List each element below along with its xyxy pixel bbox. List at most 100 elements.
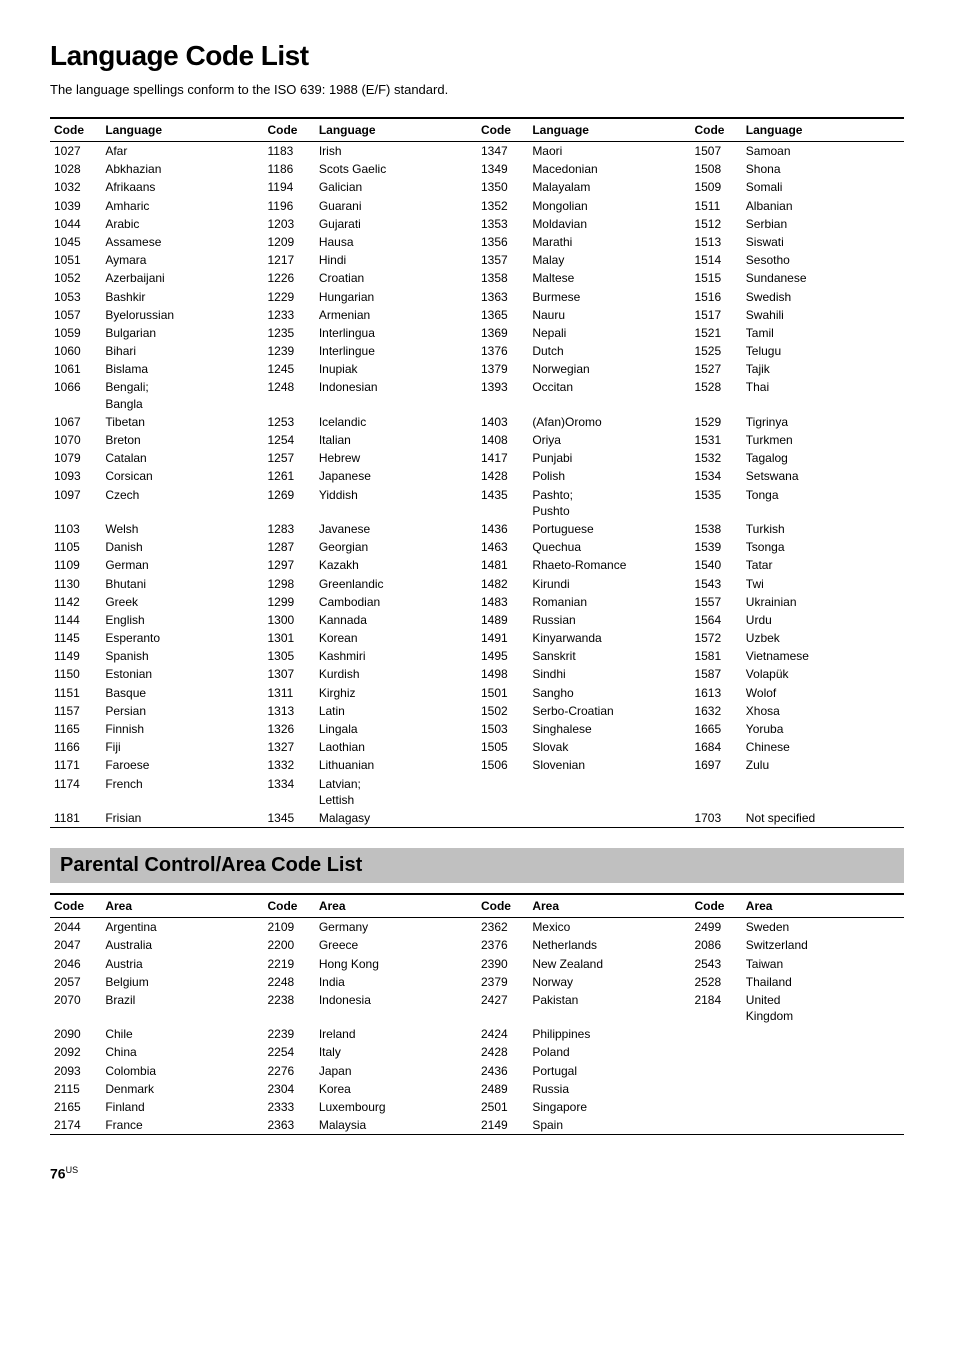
code-cell <box>690 775 741 809</box>
area-cell <box>742 1116 904 1135</box>
area-cell: Luxembourg <box>315 1098 477 1116</box>
lang-cell: Swahili <box>742 306 904 324</box>
lang-cell: Pashto;Pushto <box>528 486 690 520</box>
code-cell: 1587 <box>690 665 741 683</box>
code-cell: 1105 <box>50 538 101 556</box>
area-code-cell: 2219 <box>263 955 314 973</box>
lang-cell: Turkish <box>742 520 904 538</box>
lang-table-row: 1059Bulgarian1235Interlingua1369Nepali15… <box>50 324 904 342</box>
area-col3-code-header: Code <box>477 894 528 918</box>
lang-table-row: 1109German1297Kazakh1481Rhaeto-Romance15… <box>50 556 904 574</box>
lang-cell: Maltese <box>528 269 690 287</box>
lang-cell: Occitan <box>528 378 690 412</box>
area-code-cell: 2436 <box>477 1062 528 1080</box>
lang-cell: Bashkir <box>101 288 263 306</box>
area-table-row: 2090Chile2239Ireland2424Philippines <box>50 1025 904 1043</box>
code-cell: 1503 <box>477 720 528 738</box>
area-col4-code-header: Code <box>690 894 741 918</box>
area-table-row: 2174France2363Malaysia2149Spain <box>50 1116 904 1135</box>
code-cell: 1181 <box>50 809 101 828</box>
area-cell: Austria <box>101 955 263 973</box>
language-table: Code Language Code Language Code Languag… <box>50 117 904 828</box>
lang-cell: Quechua <box>528 538 690 556</box>
code-cell: 1070 <box>50 431 101 449</box>
area-cell: Finland <box>101 1098 263 1116</box>
code-cell: 1097 <box>50 486 101 520</box>
lang-cell: Sundanese <box>742 269 904 287</box>
lang-cell: Bulgarian <box>101 324 263 342</box>
code-cell: 1502 <box>477 702 528 720</box>
lang-cell: Serbian <box>742 215 904 233</box>
code-cell: 1233 <box>263 306 314 324</box>
lang-col4-lang-header: Language <box>742 118 904 142</box>
lang-col3-code-header: Code <box>477 118 528 142</box>
area-cell: India <box>315 973 477 991</box>
code-cell: 1051 <box>50 251 101 269</box>
code-cell: 1194 <box>263 178 314 196</box>
lang-cell: Malay <box>528 251 690 269</box>
code-cell: 1209 <box>263 233 314 251</box>
lang-table-row: 1150Estonian1307Kurdish1498Sindhi1587Vol… <box>50 665 904 683</box>
area-code-cell: 2070 <box>50 991 101 1025</box>
code-cell: 1332 <box>263 756 314 774</box>
code-cell: 1142 <box>50 593 101 611</box>
code-cell: 1481 <box>477 556 528 574</box>
lang-table-row: 1044Arabic1203Gujarati1353Moldavian1512S… <box>50 215 904 233</box>
lang-cell: Wolof <box>742 684 904 702</box>
lang-cell: Marathi <box>528 233 690 251</box>
code-cell: 1463 <box>477 538 528 556</box>
code-cell: 1534 <box>690 467 741 485</box>
code-cell: 1352 <box>477 197 528 215</box>
code-cell: 1300 <box>263 611 314 629</box>
code-cell: 1313 <box>263 702 314 720</box>
code-cell: 1403 <box>477 413 528 431</box>
lang-cell <box>528 809 690 828</box>
code-cell: 1283 <box>263 520 314 538</box>
lang-cell: Latin <box>315 702 477 720</box>
code-cell: 1053 <box>50 288 101 306</box>
code-cell: 1103 <box>50 520 101 538</box>
lang-cell: Bislama <box>101 360 263 378</box>
area-code-cell: 2238 <box>263 991 314 1025</box>
lang-table-row: 1079Catalan1257Hebrew1417Punjabi1532Taga… <box>50 449 904 467</box>
lang-table-row: 1039Amharic1196Guarani1352Mongolian1511A… <box>50 197 904 215</box>
lang-table-row: 1066Bengali;Bangla1248Indonesian1393Occi… <box>50 378 904 412</box>
lang-cell: Tigrinya <box>742 413 904 431</box>
area-cell: New Zealand <box>528 955 690 973</box>
area-table-row: 2165Finland2333Luxembourg2501Singapore <box>50 1098 904 1116</box>
lang-cell: Malayalam <box>528 178 690 196</box>
code-cell: 1301 <box>263 629 314 647</box>
lang-cell: Moldavian <box>528 215 690 233</box>
area-col4-area-header: Area <box>742 894 904 918</box>
lang-cell: Spanish <box>101 647 263 665</box>
lang-cell: Dutch <box>528 342 690 360</box>
code-cell: 1436 <box>477 520 528 538</box>
code-cell: 1028 <box>50 160 101 178</box>
lang-cell: Kirghiz <box>315 684 477 702</box>
lang-table-row: 1045Assamese1209Hausa1356Marathi1513Sisw… <box>50 233 904 251</box>
lang-col2-code-header: Code <box>263 118 314 142</box>
area-code-cell <box>690 1098 741 1116</box>
area-cell: Italy <box>315 1043 477 1061</box>
lang-table-row: 1028Abkhazian1186Scots Gaelic1349Macedon… <box>50 160 904 178</box>
code-cell: 1261 <box>263 467 314 485</box>
code-cell: 1045 <box>50 233 101 251</box>
lang-cell: Kinyarwanda <box>528 629 690 647</box>
code-cell: 1665 <box>690 720 741 738</box>
code-cell: 1145 <box>50 629 101 647</box>
code-cell: 1417 <box>477 449 528 467</box>
code-cell: 1171 <box>50 756 101 774</box>
lang-cell: Bengali;Bangla <box>101 378 263 412</box>
lang-table-row: 1165Finnish1326Lingala1503Singhalese1665… <box>50 720 904 738</box>
code-cell: 1511 <box>690 197 741 215</box>
area-cell: Singapore <box>528 1098 690 1116</box>
area-cell: Taiwan <box>742 955 904 973</box>
area-code-cell: 2543 <box>690 955 741 973</box>
lang-col2-lang-header: Language <box>315 118 477 142</box>
subtitle: The language spellings conform to the IS… <box>50 82 904 97</box>
area-code-cell: 2174 <box>50 1116 101 1135</box>
lang-cell: Romanian <box>528 593 690 611</box>
area-col3-area-header: Area <box>528 894 690 918</box>
area-code-cell: 2489 <box>477 1080 528 1098</box>
code-cell: 1217 <box>263 251 314 269</box>
